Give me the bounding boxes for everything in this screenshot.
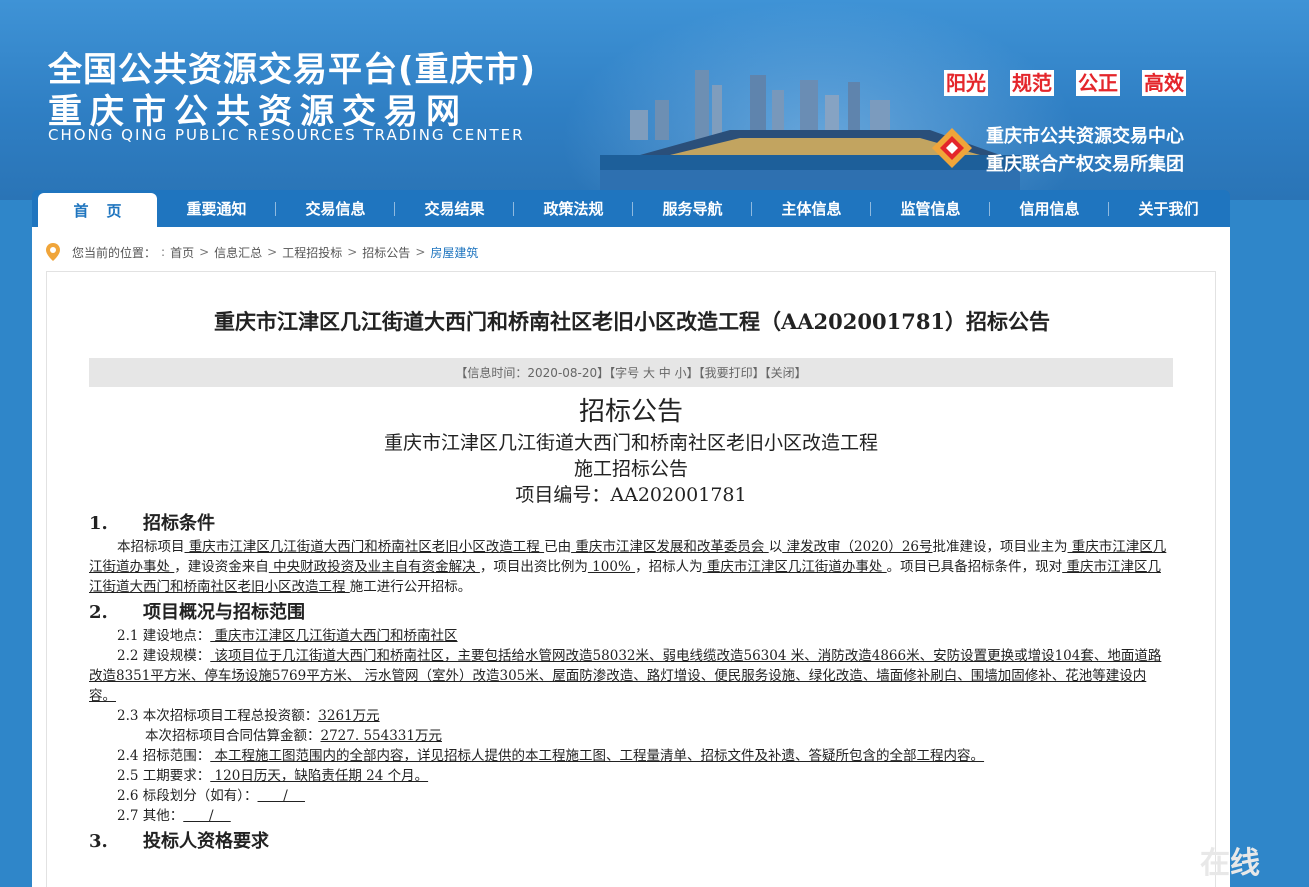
nav-entity-info[interactable]: 主体信息 bbox=[752, 190, 871, 227]
underlined-text: 2727. 554331万元 bbox=[320, 728, 442, 744]
text: 2.6 标段划分（如有）： bbox=[117, 788, 258, 804]
text: 批准建设，项目业主为 bbox=[932, 539, 1068, 555]
slogan-item: 规范 bbox=[1010, 70, 1054, 96]
underlined-text: / bbox=[257, 788, 305, 804]
breadcrumb-separator: > bbox=[199, 245, 210, 259]
doc-subtitle-type: 施工招标公告 bbox=[573, 458, 688, 480]
nav-service[interactable]: 服务导航 bbox=[633, 190, 752, 227]
org-name-line2: 重庆联合产权交易所集团 bbox=[986, 154, 1184, 175]
text: 2.3 本次招标项目工程总投资额： bbox=[117, 708, 319, 724]
nav-about[interactable]: 关于我们 bbox=[1109, 190, 1228, 227]
text: 本次招标项目合同估算金额： bbox=[145, 728, 321, 744]
breadcrumb-prefix: 您当前的位置： bbox=[72, 245, 157, 260]
nav-trade-results[interactable]: 交易结果 bbox=[395, 190, 514, 227]
breadcrumb-item-engineering[interactable]: 工程招投标 bbox=[282, 244, 342, 261]
doc-subtitle-code: 项目编号：AA202001781 bbox=[515, 484, 747, 506]
section-number: 1. bbox=[89, 513, 108, 534]
breadcrumb-separator: > bbox=[267, 245, 278, 259]
underlined-text: 100% bbox=[587, 559, 636, 575]
location-pin-icon bbox=[46, 243, 60, 261]
doc-heading: 招标公告 bbox=[578, 397, 683, 427]
slogan-group: 阳光 规范 公正 高效 bbox=[944, 70, 1186, 96]
header-banner: 全国公共资源交易平台(重庆市) 重庆市公共资源交易网 CHONG QING PU… bbox=[0, 0, 1309, 200]
breadcrumb-item-home[interactable]: 首页 bbox=[170, 244, 194, 261]
section-title: 投标人资格要求 bbox=[143, 831, 269, 852]
slogan-item: 阳光 bbox=[944, 70, 988, 96]
breadcrumb-separator: : bbox=[161, 245, 166, 259]
underlined-text: 3261万元 bbox=[318, 708, 380, 724]
article-info-bar[interactable]: 【信息时间：2020-08-20】【字号 大 中 小】【我要打印】【关闭】 bbox=[89, 358, 1173, 387]
site-title-english: CHONG QING PUBLIC RESOURCES TRADING CENT… bbox=[48, 126, 525, 144]
slogan-item: 高效 bbox=[1142, 70, 1186, 96]
item-2-5: 2.5 工期要求： 120日历天，缺陷责任期 24 个月。 bbox=[89, 766, 1173, 786]
breadcrumb: 您当前的位置： : 首页 > 信息汇总 > 工程招投标 > 招标公告 > 房屋建… bbox=[46, 243, 478, 261]
breadcrumb-item-current[interactable]: 房屋建筑 bbox=[430, 244, 478, 261]
breadcrumb-separator: > bbox=[415, 245, 426, 259]
article-title: 重庆市江津区几江街道大西门和桥南社区老旧小区改造工程（AA202001781）招… bbox=[213, 309, 1051, 334]
nav-credit[interactable]: 信用信息 bbox=[990, 190, 1109, 227]
section-title: 项目概况与招标范围 bbox=[143, 602, 305, 623]
section-number: 3. bbox=[89, 831, 108, 852]
watermark-text: 在线 bbox=[1200, 846, 1260, 881]
section-title: 招标条件 bbox=[143, 513, 215, 534]
underlined-text: 津发改审（2020）26号 bbox=[782, 539, 933, 555]
underlined-text: / bbox=[183, 808, 231, 824]
section-heading-3: 3. 投标人资格要求 bbox=[89, 828, 1173, 855]
underlined-text: 重庆市江津区几江街道大西门和桥南社区老旧小区改造工程 bbox=[184, 539, 545, 555]
section-number: 2. bbox=[89, 602, 108, 623]
article-body: 招标公告 重庆市江津区几江街道大西门和桥南社区老旧小区改造工程 施工招标公告 项… bbox=[89, 394, 1173, 855]
item-2-7: 2.7 其他： / bbox=[89, 806, 1173, 826]
text: 2.1 建设地点： bbox=[117, 628, 211, 644]
text: 2.5 工期要求： bbox=[117, 768, 211, 784]
underlined-text: 重庆市江津区发展和改革委员会 bbox=[571, 539, 769, 555]
section-heading-1: 1. 招标条件 bbox=[89, 510, 1173, 537]
underlined-text: 120日历天，缺陷责任期 24 个月。 bbox=[210, 768, 429, 784]
text: 以 bbox=[768, 539, 783, 555]
org-name-line1: 重庆市公共资源交易中心 bbox=[986, 126, 1184, 147]
nav-supervision[interactable]: 监管信息 bbox=[871, 190, 990, 227]
text: 施工进行公开招标。 bbox=[349, 579, 472, 595]
breadcrumb-item-info[interactable]: 信息汇总 bbox=[214, 244, 262, 261]
text: 2.2 建设规模： bbox=[117, 648, 211, 664]
text: 。项目已具备招标条件，现对 bbox=[886, 559, 1063, 575]
nav-home[interactable]: 首页 bbox=[38, 193, 157, 227]
item-2-6: 2.6 标段划分（如有）： / bbox=[89, 786, 1173, 806]
item-2-3-contract: 本次招标项目合同估算金额：2727. 554331万元 bbox=[89, 726, 1173, 746]
paragraph-bid-conditions: 本招标项目 重庆市江津区几江街道大西门和桥南社区老旧小区改造工程 已由 重庆市江… bbox=[89, 537, 1173, 597]
slogan-item: 公正 bbox=[1076, 70, 1120, 96]
nav-policy[interactable]: 政策法规 bbox=[514, 190, 633, 227]
underlined-text: 重庆市江津区几江街道大西门和桥南社区 bbox=[210, 628, 458, 644]
text: 本招标项目 bbox=[117, 539, 185, 555]
text: ，建设资金来自 bbox=[174, 559, 269, 575]
article-box: 重庆市江津区几江街道大西门和桥南社区老旧小区改造工程（AA202001781）招… bbox=[46, 271, 1216, 887]
text: 2.7 其他： bbox=[117, 808, 184, 824]
nav-trade-info[interactable]: 交易信息 bbox=[276, 190, 395, 227]
main-nav: 首页 重要通知 交易信息 交易结果 政策法规 服务导航 主体信息 监管信息 信用… bbox=[32, 190, 1230, 227]
text: ，项目出资比例为 bbox=[479, 559, 588, 575]
text: 已由 bbox=[544, 539, 572, 555]
breadcrumb-separator: > bbox=[347, 245, 358, 259]
breadcrumb-item-bid-notice[interactable]: 招标公告 bbox=[362, 244, 410, 261]
item-2-3: 2.3 本次招标项目工程总投资额：3261万元 bbox=[89, 706, 1173, 726]
org-logo-icon bbox=[932, 128, 972, 168]
nav-important-notice[interactable]: 重要通知 bbox=[157, 190, 276, 227]
section-heading-2: 2. 项目概况与招标范围 bbox=[89, 599, 1173, 626]
text: 2.4 招标范围： bbox=[117, 748, 211, 764]
underlined-text: 中央财政投资及业主自有资金解决 bbox=[268, 559, 480, 575]
item-2-4: 2.4 招标范围： 本工程施工图范围内的全部内容，详见招标人提供的本工程施工图、… bbox=[89, 746, 1173, 766]
underlined-text: 本工程施工图范围内的全部内容，详见招标人提供的本工程施工图、工程量清单、招标文件… bbox=[210, 748, 985, 764]
underlined-text: 重庆市江津区几江街道办事处 bbox=[702, 559, 887, 575]
item-2-1: 2.1 建设地点： 重庆市江津区几江街道大西门和桥南社区 bbox=[89, 626, 1173, 646]
item-2-2: 2.2 建设规模： 该项目位于几江街道大西门和桥南社区，主要包括给水管网改造58… bbox=[89, 646, 1173, 706]
underlined-text: 该项目位于几江街道大西门和桥南社区，主要包括给水管网改造58032米、弱电线缆改… bbox=[89, 648, 1162, 704]
doc-subtitle-project: 重庆市江津区几江街道大西门和桥南社区老旧小区改造工程 bbox=[383, 432, 878, 454]
text: ，招标人为 bbox=[635, 559, 703, 575]
content-area: 您当前的位置： : 首页 > 信息汇总 > 工程招投标 > 招标公告 > 房屋建… bbox=[32, 227, 1230, 887]
